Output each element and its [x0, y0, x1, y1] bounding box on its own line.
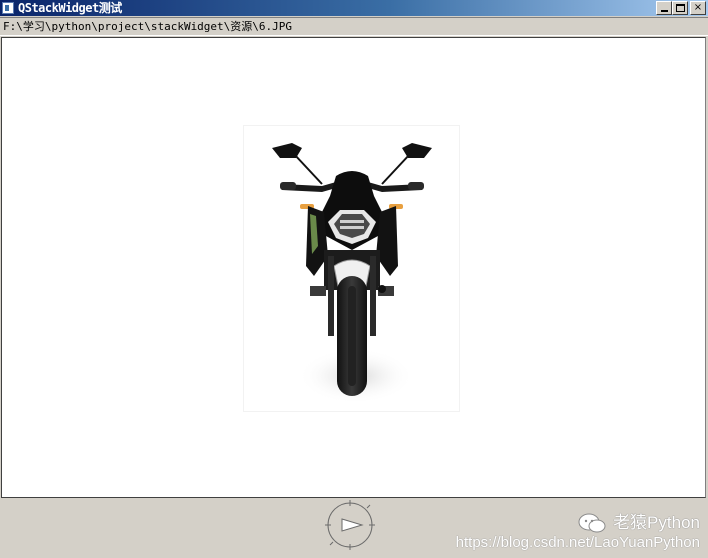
app-window: QStackWidget测试 × F:\学习\python\project\st… — [0, 0, 708, 558]
wechat-logo-icon — [578, 513, 606, 533]
title-bar[interactable]: QStackWidget测试 × — [0, 0, 708, 16]
maximize-button[interactable] — [672, 1, 688, 15]
image-viewer[interactable] — [1, 37, 706, 498]
maximize-icon — [675, 4, 685, 12]
minimize-button[interactable] — [656, 1, 672, 15]
close-icon: × — [693, 2, 703, 13]
file-path-label: F:\学习\python\project\stackWidget\资源\6.JP… — [0, 17, 708, 36]
close-button[interactable]: × — [690, 1, 706, 15]
motorcycle-image — [243, 125, 460, 412]
rotation-dial-icon[interactable] — [320, 499, 380, 558]
caption-buttons: × — [656, 1, 706, 15]
watermark: 老猿Python https://blog.csdn.net/LaoYuanPy… — [456, 513, 700, 552]
watermark-url: https://blog.csdn.net/LaoYuanPython — [455, 534, 700, 551]
bottom-panel: 老猿Python https://blog.csdn.net/LaoYuanPy… — [0, 499, 708, 558]
app-icon[interactable] — [2, 2, 14, 14]
window-title: QStackWidget测试 — [18, 1, 122, 15]
motorcycle-drawing — [272, 143, 432, 404]
watermark-brand: 老猿Python — [613, 513, 700, 532]
watermark-brand-row: 老猿Python — [456, 513, 700, 533]
minimize-icon — [660, 10, 668, 12]
